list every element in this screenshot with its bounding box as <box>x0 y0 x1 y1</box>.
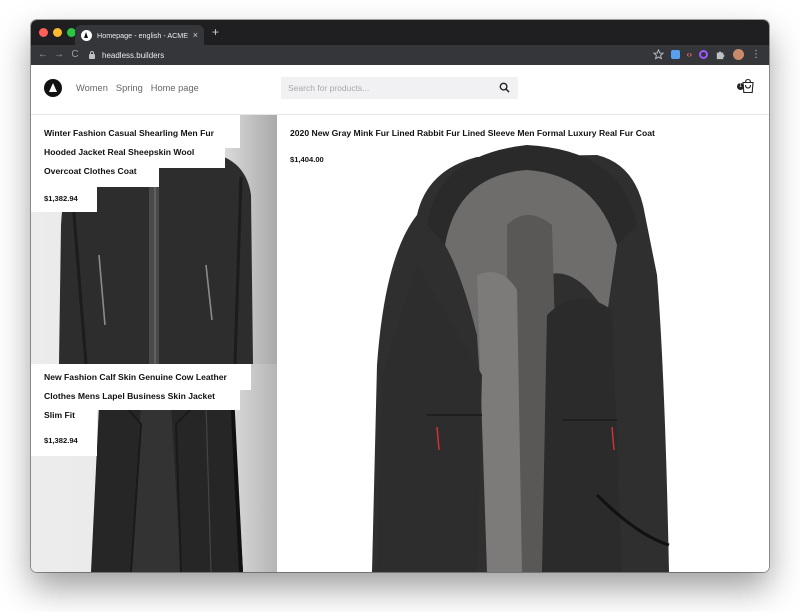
address-bar[interactable]: headless.builders <box>89 47 164 63</box>
product-name-line: Hooded Jacket Real Sheepskin Wool <box>44 147 195 157</box>
url-text: headless.builders <box>102 50 165 60</box>
lock-icon <box>89 50 95 59</box>
product-card-featured[interactable]: 2020 New Gray Mink Fur Lined Rabbit Fur … <box>277 115 769 572</box>
site-favicon-icon <box>81 29 92 41</box>
product-price: $1,404.00 <box>290 155 324 164</box>
tab-title: Homepage - english - ACME S <box>97 30 189 40</box>
back-button[interactable]: ← <box>35 50 51 60</box>
product-name-line: Clothes Mens Lapel Business Skin Jacket <box>44 391 215 401</box>
magnifier-icon[interactable] <box>499 82 510 93</box>
browser-toolbar: ← → C headless.builders ‹› ⋮ <box>31 45 769 65</box>
product-card[interactable]: New Fashion Calf Skin Genuine Cow Leathe… <box>31 364 277 572</box>
cart-button[interactable]: 1 <box>737 77 757 95</box>
profile-avatar[interactable] <box>733 49 744 60</box>
tab-close-icon[interactable]: × <box>193 30 198 40</box>
main-nav: Women Spring Home page <box>76 83 199 93</box>
product-grid: Winter Fashion Casual Shearling Men Fur … <box>31 115 769 572</box>
nav-link-home-page[interactable]: Home page <box>151 83 199 93</box>
web-page: Women Spring Home page 1 <box>31 65 769 572</box>
product-price: $1,382.94 <box>44 194 78 203</box>
close-window-button[interactable] <box>39 28 48 37</box>
site-header: Women Spring Home page 1 <box>31 65 769 115</box>
toolbar-actions: ‹› ⋮ <box>652 49 761 60</box>
minimize-window-button[interactable] <box>53 28 62 37</box>
triangle-logo-icon[interactable] <box>44 79 62 97</box>
new-tab-button[interactable]: + <box>212 26 219 38</box>
cart-count-badge: 1 <box>737 83 744 90</box>
extension-purple-icon[interactable] <box>699 50 708 59</box>
search-bar <box>281 77 518 99</box>
product-name[interactable]: 2020 New Gray Mink Fur Lined Rabbit Fur … <box>290 124 655 143</box>
reload-button[interactable]: C <box>67 50 83 60</box>
extension-code-icon[interactable]: ‹› <box>687 49 692 60</box>
product-image <box>277 115 769 572</box>
extension-blue-icon[interactable] <box>670 50 680 59</box>
browser-tab[interactable]: Homepage - english - ACME S × <box>75 25 204 45</box>
browser-window: Homepage - english - ACME S × + ← → C he… <box>31 20 769 572</box>
product-name-line: Winter Fashion Casual Shearling Men Fur <box>44 128 214 138</box>
bookmark-star-icon[interactable] <box>652 49 664 60</box>
product-name-line: New Fashion Calf Skin Genuine Cow Leathe… <box>44 372 227 382</box>
product-name-line: Overcoat Clothes Coat <box>44 166 137 176</box>
nav-link-women[interactable]: Women <box>76 83 108 93</box>
window-controls <box>39 28 76 37</box>
search-input[interactable] <box>288 81 488 95</box>
product-price: $1,382.94 <box>44 436 78 445</box>
nav-link-spring[interactable]: Spring <box>116 83 143 93</box>
browser-tab-bar: Homepage - english - ACME S × + <box>31 20 769 45</box>
browser-menu-icon[interactable]: ⋮ <box>751 49 761 60</box>
product-card[interactable]: Winter Fashion Casual Shearling Men Fur … <box>31 115 277 364</box>
forward-button[interactable]: → <box>51 50 67 60</box>
product-name[interactable]: New Fashion Calf Skin Genuine Cow Leathe… <box>44 368 227 425</box>
product-name-line: Slim Fit <box>44 410 76 420</box>
puzzle-icon[interactable] <box>715 49 726 60</box>
product-name[interactable]: Winter Fashion Casual Shearling Men Fur … <box>44 124 214 181</box>
